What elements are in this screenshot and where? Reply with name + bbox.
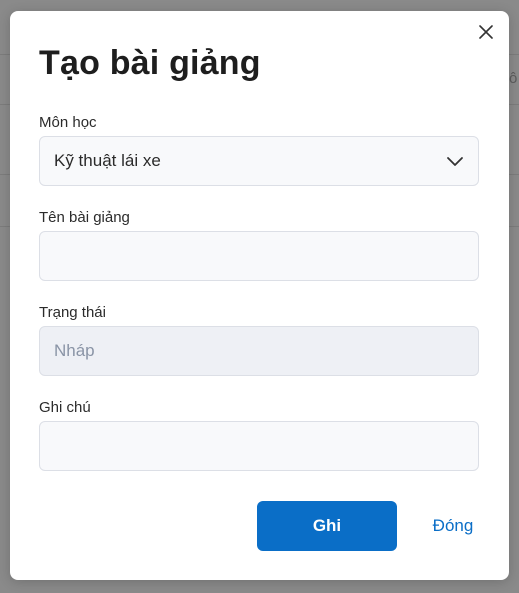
lesson-name-input[interactable] xyxy=(39,231,479,281)
note-label: Ghi chú xyxy=(39,399,91,416)
status-field-value: Nháp xyxy=(54,341,95,360)
status-label: Trạng thái xyxy=(39,304,106,321)
subject-select-value: Kỹ thuật lái xe xyxy=(54,151,161,170)
subject-select[interactable]: Kỹ thuật lái xe xyxy=(39,136,479,186)
status-field: Nháp xyxy=(39,326,479,376)
subject-label: Môn học xyxy=(39,114,97,131)
create-lesson-dialog: Tạo bài giảng Môn học Kỹ thuật lái xe Tê… xyxy=(10,11,509,580)
close-icon xyxy=(479,25,493,39)
note-input[interactable] xyxy=(39,421,479,471)
lesson-name-label: Tên bài giảng xyxy=(39,209,130,226)
close-dialog-button[interactable] xyxy=(475,21,497,43)
save-button[interactable]: Ghi xyxy=(257,501,397,551)
dialog-title: Tạo bài giảng xyxy=(39,44,261,82)
close-button[interactable]: Đóng xyxy=(418,501,488,551)
background-partial-text: ô xyxy=(509,70,518,87)
chevron-down-icon xyxy=(447,157,463,166)
